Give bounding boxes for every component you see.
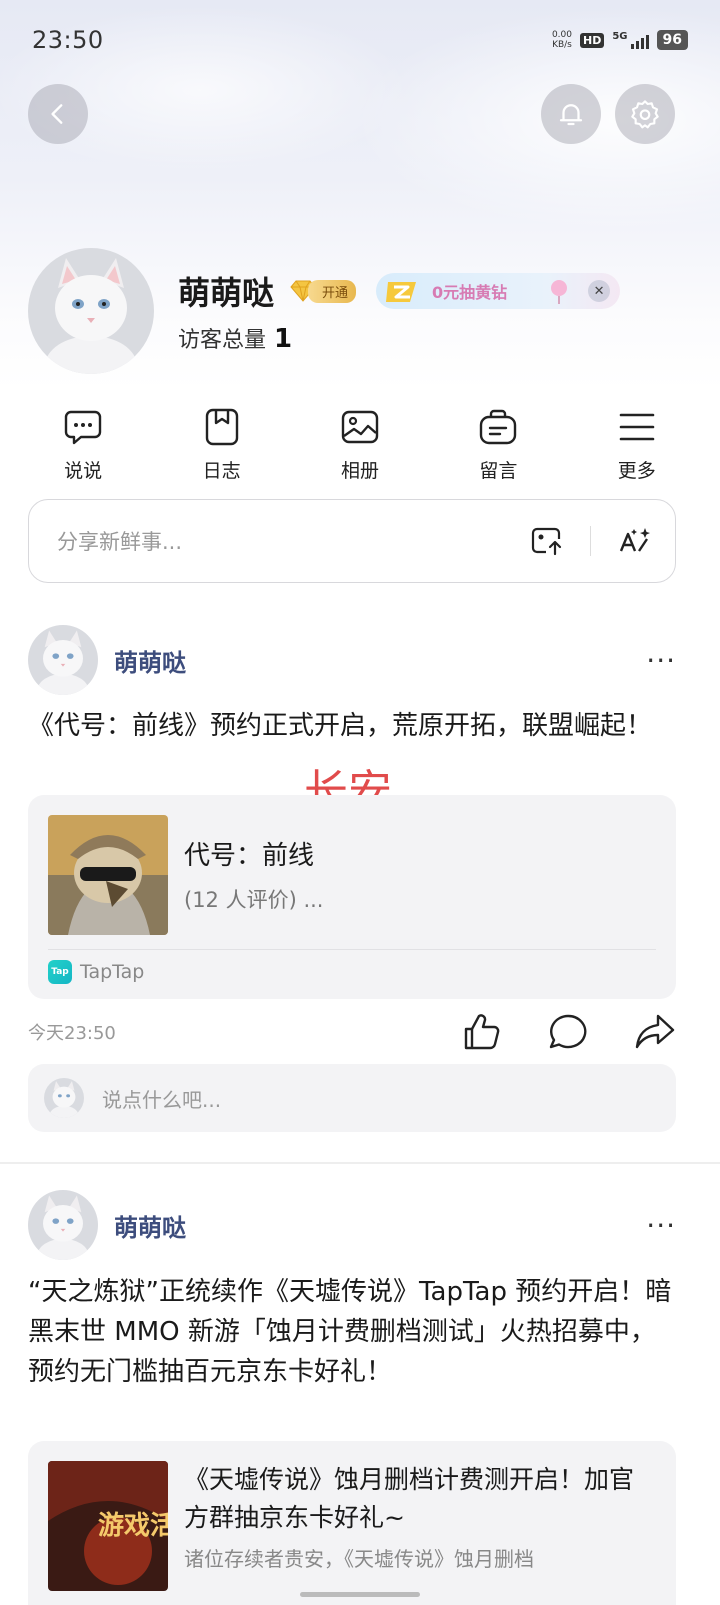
visits-count: 1 [274, 324, 293, 354]
gear-icon [631, 100, 659, 129]
more-options-icon[interactable]: ··· [646, 1209, 676, 1242]
article-info: 《天墟传说》蚀月删档计费测开启！加官方群抽京东卡好礼~ 诸位存续者贵安，《天墟传… [184, 1461, 656, 1591]
ai-sparkle-icon[interactable] [617, 525, 653, 557]
chat-bubble-icon [64, 410, 102, 445]
share-arrow-icon [635, 1014, 675, 1049]
post-author[interactable]: 萌萌哒 [114, 1208, 646, 1243]
article-thumbnail: 游戏活 [48, 1461, 168, 1591]
share-placeholder: 分享新鲜事... [57, 530, 183, 554]
battery-icon: 96 [656, 30, 688, 50]
post-avatar[interactable] [28, 625, 98, 695]
comment-button[interactable] [548, 1013, 588, 1051]
game-thumbnail [48, 815, 168, 935]
game-title: 代号：前线 [184, 841, 315, 871]
hd-icon: HD [580, 32, 605, 48]
cat-avatar-icon [28, 248, 154, 374]
quick-nav: 说说 日志 相册 留言 更多 [0, 408, 720, 483]
comment-input[interactable]: 说点什么吧... [28, 1064, 676, 1132]
network-speed: 0.00 KB/s [551, 30, 572, 50]
post-header: 萌萌哒 ··· [28, 1190, 676, 1260]
article-card[interactable]: 游戏活 《天墟传说》蚀月删档计费测开启！加官方群抽京东卡好礼~ 诸位存续者贵安，… [28, 1441, 676, 1605]
card-source: Tap TapTap [28, 950, 676, 994]
game-info: 代号：前线 (12 人评价) ... [184, 815, 323, 935]
source-name: TapTap [80, 961, 145, 983]
vip-open-button[interactable]: 开通 [288, 279, 357, 303]
profile-section: 萌萌哒 开通 0元抽黄钻 ✕ 访客总量 1 [28, 248, 621, 374]
article-thumb-text: 游戏活 [98, 1511, 168, 1541]
vip-open-label: 开通 [308, 279, 357, 303]
nav-item-diary[interactable]: 日志 [172, 408, 272, 483]
yellow-diamond-z-icon [386, 282, 417, 302]
nav-item-more[interactable]: 更多 [587, 408, 687, 483]
article-title: 《天墟传说》蚀月删档计费测开启！加官方群抽京东卡好礼~ [184, 1465, 635, 1532]
nav-item-shuoshuo[interactable]: 说说 [33, 408, 133, 483]
notification-button[interactable] [541, 84, 601, 144]
comment-bubble-icon [549, 1014, 587, 1049]
status-time: 23:50 [32, 26, 104, 54]
post-header: 萌萌哒 ··· [28, 625, 676, 695]
thumbs-up-icon [464, 1014, 500, 1050]
lollipop-icon [551, 280, 568, 304]
share-divider [590, 526, 591, 556]
home-indicator [300, 1592, 420, 1597]
post-meta: 今天23:50 [28, 1010, 676, 1054]
name-row: 萌萌哒 开通 0元抽黄钻 ✕ [178, 268, 621, 314]
comment-placeholder: 说点什么吧... [102, 1087, 222, 1112]
promo-text: 0元抽黄钻 [432, 283, 508, 302]
username: 萌萌哒 [178, 274, 275, 312]
article-card-content: 游戏活 《天墟传说》蚀月删档计费测开启！加官方群抽京东卡好礼~ 诸位存续者贵安，… [28, 1441, 676, 1591]
promo-banner[interactable]: 0元抽黄钻 ✕ [376, 273, 621, 309]
like-button[interactable] [462, 1013, 502, 1051]
bookmark-icon [205, 408, 238, 446]
promo-close-button[interactable]: ✕ [588, 280, 611, 302]
avatar[interactable] [28, 248, 154, 374]
image-icon [341, 410, 379, 444]
nav-item-album[interactable]: 相册 [310, 408, 410, 483]
post-text: “天之炼狱”正统续作《天墟传说》TapTap 预约开启！暗黑末世 MMO 新游「… [28, 1277, 672, 1387]
menu-icon [619, 413, 655, 441]
post-time: 今天23:50 [28, 1023, 116, 1044]
game-card[interactable]: 代号：前线 (12 人评价) ... Tap TapTap [28, 795, 676, 999]
visits-label: 访客总量 [178, 328, 267, 353]
chevron-left-icon [51, 104, 63, 124]
game-rating: (12 人评价) ... [184, 888, 324, 912]
status-icons: 0.00 KB/s HD 5G 96 [552, 30, 688, 50]
back-button[interactable] [28, 84, 88, 144]
signal-icon: 5G [612, 31, 649, 49]
nav-item-message[interactable]: 留言 [448, 408, 548, 483]
settings-button[interactable] [615, 84, 675, 144]
more-options-icon[interactable]: ··· [646, 644, 676, 677]
post-text: 《代号：前线》预约正式开启，荒原开拓，联盟崛起！ [28, 711, 653, 741]
post-avatar[interactable] [28, 1190, 98, 1260]
game-card-content: 代号：前线 (12 人评价) ... [28, 795, 676, 935]
status-bar: 23:50 0.00 KB/s HD 5G 96 [0, 0, 720, 84]
post-author[interactable]: 萌萌哒 [114, 643, 646, 678]
share-button[interactable] [634, 1013, 676, 1051]
comment-avatar [44, 1078, 84, 1118]
photo-upload-icon[interactable] [530, 526, 564, 556]
bell-icon [559, 104, 583, 126]
article-snippet: 诸位存续者贵安，《天墟传说》蚀月删档 [184, 1547, 534, 1571]
profile-info: 萌萌哒 开通 0元抽黄钻 ✕ 访客总量 1 [178, 268, 621, 354]
visits: 访客总量 1 [178, 322, 620, 354]
message-bag-icon [480, 409, 517, 445]
game-eagle-icon [48, 815, 168, 935]
section-divider [0, 1162, 720, 1164]
share-input[interactable]: 分享新鲜事... [28, 499, 676, 583]
cat-avatar-icon [28, 625, 98, 695]
taptap-icon: Tap [48, 960, 72, 984]
cat-avatar-icon [44, 1078, 84, 1118]
cat-avatar-icon [28, 1190, 98, 1260]
